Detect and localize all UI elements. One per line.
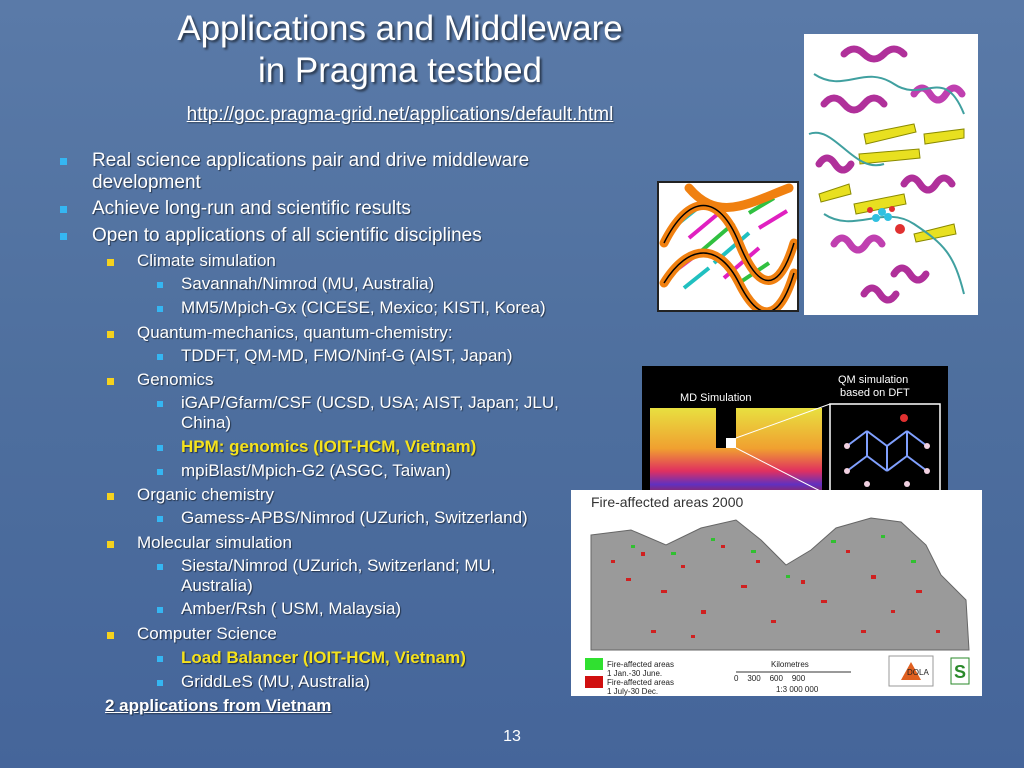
sub-sub-bullet-item-highlight: Load Balancer (IOIT-HCM, Vietnam) <box>181 648 466 667</box>
md-qm-simulation-image: MD Simulation QM simulation based on DFT <box>642 366 948 504</box>
sub-sub-bullet-item: Gamess-APBS/Nimrod (UZurich, Switzerland… <box>181 508 528 527</box>
protein-ribbon-illustration <box>808 45 966 304</box>
page-number: 13 <box>503 728 521 745</box>
fire-affected-map-image: Fire-affected areas 2000 S Fire-affected… <box>571 490 982 696</box>
sub-sub-bullet-marker <box>157 401 163 407</box>
sub-sub-bullet-marker <box>157 564 163 570</box>
sub-sub-bullet-item: iGAP/Gfarm/CSF (UCSD, USA; AIST, Japan; … <box>181 393 559 432</box>
dna-helix-illustration <box>659 183 797 310</box>
sub-sub-bullet-marker <box>157 282 163 288</box>
dna-clipart-image <box>657 181 799 312</box>
bullet-item: Achieve long-run and scientific results <box>92 198 411 219</box>
sub-sub-bullet-item: MM5/Mpich-Gx (CICESE, Mexico; KISTI, Kor… <box>181 298 546 317</box>
sub-sub-bullet-marker <box>157 656 163 662</box>
sub-sub-bullet-marker <box>157 680 163 686</box>
legend-2-dates: 1 July-30 Dec. <box>607 687 659 696</box>
legend-1-label: Fire-affected areas <box>607 660 674 669</box>
sub-sub-bullet-item-highlight: HPM: genomics (IOIT-HCM, Vietnam) <box>181 437 477 456</box>
sub-sub-bullet-marker <box>157 607 163 613</box>
sub-bullet-marker <box>107 493 114 500</box>
protein-structure-image <box>804 34 978 315</box>
sub-sub-bullet-item: Amber/Rsh ( USM, Malaysia) <box>181 599 402 618</box>
sub-sub-bullet-marker <box>157 306 163 312</box>
title-line-1: Applications and Middleware <box>177 9 623 48</box>
sub-bullet-item: Genomics <box>137 370 214 389</box>
sub-bullet-item: Computer Science <box>137 624 277 643</box>
title-line-2: in Pragma testbed <box>257 51 543 90</box>
vietnam-applications-link[interactable]: 2 applications from Vietnam <box>105 696 331 716</box>
sub-bullet-item: Molecular simulation <box>137 533 292 552</box>
sub-bullet-marker <box>107 331 114 338</box>
sub-sub-bullet-marker <box>157 516 163 522</box>
bullet-marker <box>60 206 67 213</box>
legend-1-dates: 1 Jan.-30 June. <box>607 669 663 678</box>
sub-bullet-item: Quantum-mechanics, quantum-chemistry: <box>137 323 453 342</box>
sub-sub-bullet-marker <box>157 445 163 451</box>
md-qm-illustration <box>650 403 941 499</box>
sub-bullet-item: Organic chemistry <box>137 485 274 504</box>
bullet-marker <box>60 233 67 240</box>
sub-sub-bullet-item: Siesta/Nimrod (UZurich, Switzerland; MU,… <box>181 556 496 595</box>
scale-ratio: 1:3 000 000 <box>776 685 819 694</box>
bullet-marker <box>60 158 67 165</box>
sub-sub-bullet-item: Savannah/Nimrod (MU, Australia) <box>181 274 435 293</box>
bullet-item: Real science applications pair and drive… <box>92 150 530 193</box>
sub-bullet-item: Climate simulation <box>137 251 276 270</box>
sub-sub-bullet-marker <box>157 354 163 360</box>
sub-bullet-marker <box>107 378 114 385</box>
scale-ticks: 0 300 600 900 <box>734 674 806 683</box>
slide-title: Applications and Middleware in Pragma te… <box>100 8 700 92</box>
sub-sub-bullet-item: mpiBlast/Mpich-G2 (ASGC, Taiwan) <box>181 461 451 480</box>
sub-sub-bullet-marker <box>157 469 163 475</box>
sub-bullet-marker <box>107 632 114 639</box>
legend-1: Fire-affected areas 1 Jan.-30 June. <box>607 660 674 678</box>
sub-sub-bullet-item: GriddLeS (MU, Australia) <box>181 672 370 691</box>
legend-2-label: Fire-affected areas <box>607 678 674 687</box>
legend-2: Fire-affected areas 1 July-30 Dec. <box>607 678 674 696</box>
sub-bullet-marker <box>107 259 114 266</box>
bullet-item: Open to applications of all scientific d… <box>92 225 482 246</box>
scale-label: Kilometres <box>771 660 809 669</box>
svg-text:S: S <box>954 662 966 682</box>
dola-logo: DOLA <box>907 668 929 677</box>
applications-url-link[interactable]: http://goc.pragma-grid.net/applications/… <box>100 104 700 126</box>
sub-sub-bullet-item: TDDFT, QM-MD, FMO/Ninf-G (AIST, Japan) <box>181 346 513 365</box>
sub-bullet-marker <box>107 541 114 548</box>
